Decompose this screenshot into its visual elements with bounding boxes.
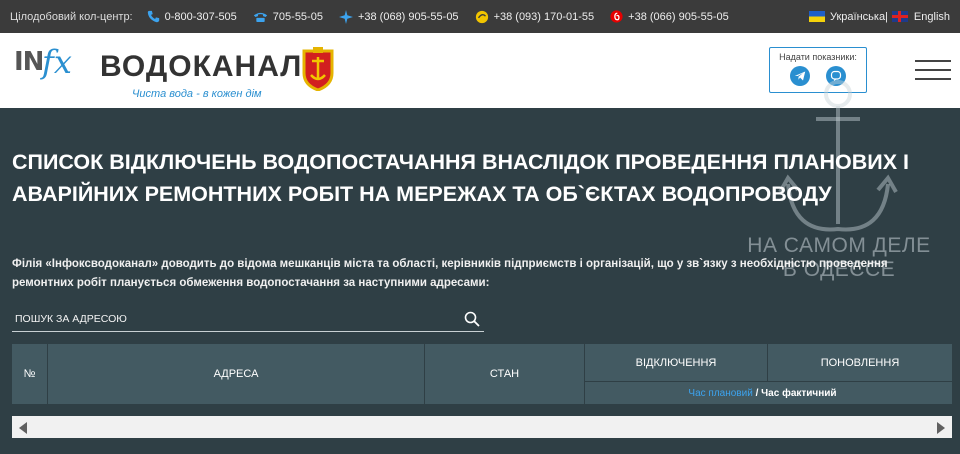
column-disconnection: ВІДКЛЮЧЕННЯ xyxy=(585,344,768,382)
top-bar: Цілодобовий кол-центр: 0-800-307-505 705… xyxy=(0,0,960,33)
legend-planned: Час плановий xyxy=(688,388,753,399)
legend-separator: / xyxy=(752,388,762,399)
lang-en-link[interactable]: English xyxy=(914,11,950,23)
search-input[interactable] xyxy=(12,308,452,330)
logo-in-text: IN xyxy=(14,47,44,77)
phone-link-vodafone[interactable]: +38 (066) 905-55-05 xyxy=(610,10,729,23)
coat-of-arms-icon xyxy=(302,47,334,91)
scroll-right-arrow-icon[interactable] xyxy=(936,421,946,439)
ukraine-flag-icon xyxy=(808,11,825,22)
lifecell-icon xyxy=(475,10,488,23)
phone-link-kyivstar[interactable]: +38 (068) 905-55-05 xyxy=(338,9,459,24)
phone-number: +38 (093) 170-01-55 xyxy=(493,10,595,23)
phone-icon xyxy=(147,10,159,23)
vodafone-icon xyxy=(610,10,623,23)
phone-number: 0-800-307-505 xyxy=(164,10,237,23)
column-number: № xyxy=(12,344,48,404)
legend-actual: Час фактичний xyxy=(761,388,837,399)
scrollbar-track[interactable] xyxy=(36,419,928,435)
notice-text: Філія «Інфоксводоканал» доводить до відо… xyxy=(12,258,888,289)
language-switcher: Українська | English xyxy=(808,10,950,23)
phone-link-lifecell[interactable]: +38 (093) 170-01-55 xyxy=(475,10,595,24)
time-legend: Час плановий / Час фактичний xyxy=(573,383,952,404)
phone-link-landline[interactable]: 705-55-05 xyxy=(253,11,323,23)
kyivstar-icon xyxy=(338,9,353,24)
column-restoration: ПОНОВЛЕННЯ xyxy=(768,344,952,382)
phone-number: +38 (068) 905-55-05 xyxy=(357,10,459,23)
horizontal-scrollbar[interactable] xyxy=(12,416,952,438)
landline-icon xyxy=(253,12,267,22)
uk-flag-icon xyxy=(891,11,908,22)
search-icon[interactable] xyxy=(464,311,480,332)
lang-separator: | xyxy=(885,10,888,23)
address-search xyxy=(12,308,484,332)
column-status: СТАН xyxy=(425,344,585,404)
column-address: АДРЕСА xyxy=(48,344,425,404)
meter-readings-title: Надати показники: xyxy=(779,52,857,62)
phone-number: +38 (066) 905-55-05 xyxy=(628,10,729,23)
logo-name: ВОДОКАНАЛ xyxy=(100,50,303,83)
phone-number: 705-55-05 xyxy=(272,10,323,23)
logo-fx-text: fx xyxy=(42,43,72,81)
scroll-left-arrow-icon[interactable] xyxy=(18,421,28,439)
lang-ua-link[interactable]: Українська xyxy=(830,11,885,23)
page-title: Список відключень водопостачання внаслід… xyxy=(12,150,910,206)
logo-tagline: Чиста вода - в кожен дім xyxy=(132,88,262,100)
call-center-label: Цілодобовий кол-центр: xyxy=(10,10,133,23)
phone-link-0800[interactable]: 0-800-307-505 xyxy=(147,10,237,23)
